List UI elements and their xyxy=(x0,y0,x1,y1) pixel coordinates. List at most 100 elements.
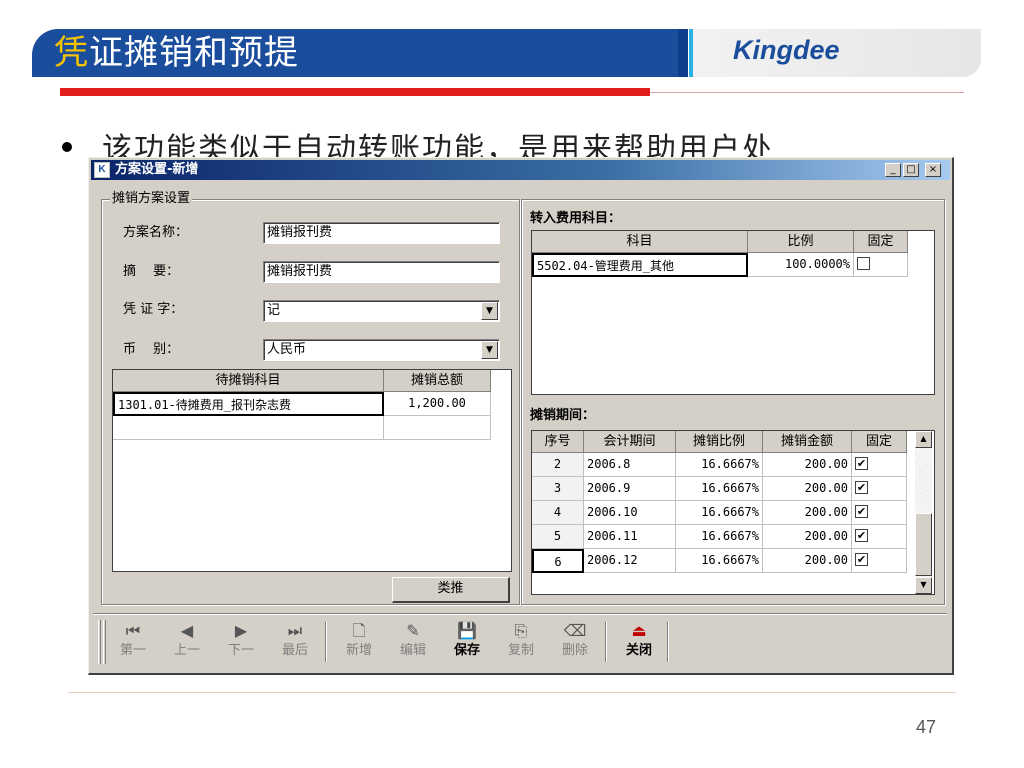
period-row-ratio[interactable]: 16.6667% xyxy=(676,453,763,477)
fixed-checkbox[interactable]: ✔ xyxy=(855,529,868,542)
previous-record-icon: ◀ xyxy=(180,621,194,640)
toolbar-separator xyxy=(605,622,607,662)
edit-button[interactable]: ✎ 编辑 xyxy=(391,620,435,666)
period-row-fixed[interactable]: ✔ xyxy=(852,549,907,573)
save-icon: 💾 xyxy=(457,621,477,640)
chevron-down-icon[interactable]: ▼ xyxy=(481,302,498,320)
scheme-name-label: 方案名称： xyxy=(123,225,189,240)
period-row-period[interactable]: 2006.11 xyxy=(584,525,676,549)
voucher-type-value: 记 xyxy=(267,303,281,318)
expense-account-grid: 科目 比例 固定 5502.04-管理费用_其他 100.0000% xyxy=(531,230,935,395)
close-window-button[interactable]: × xyxy=(925,163,941,177)
grid-cell-total-amount[interactable]: 1,200.00 xyxy=(384,392,491,416)
grid-cell-expense-account[interactable]: 5502.04-管理费用_其他 xyxy=(532,253,748,277)
voucher-type-select[interactable]: 记 ▼ xyxy=(263,300,500,322)
period-row-period[interactable]: 2006.12 xyxy=(584,549,676,573)
edit-label: 编辑 xyxy=(399,643,426,658)
scheme-name-field[interactable]: 摊销报刊费 xyxy=(263,222,500,244)
grid-cell-prepaid-account[interactable] xyxy=(113,416,384,440)
grid-cell-expense-fixed[interactable] xyxy=(854,253,908,277)
period-row-amount[interactable]: 200.00 xyxy=(763,525,852,549)
slide-title: 凭证摊销和预提 xyxy=(54,29,299,77)
close-label: 关闭 xyxy=(625,643,652,658)
fixed-checkbox[interactable]: ✔ xyxy=(855,481,868,494)
grid-header-total-amount: 摊销总额 xyxy=(384,370,491,392)
copy-icon: ⎘ xyxy=(514,621,528,640)
scroll-thumb[interactable] xyxy=(915,513,932,576)
summary-field[interactable]: 摊销报刊费 xyxy=(263,261,500,283)
kingdee-logo: Kingdee xyxy=(733,35,840,65)
period-row-amount[interactable]: 200.00 xyxy=(763,501,852,525)
fixed-checkbox[interactable] xyxy=(857,257,870,270)
period-grid-scrollbar[interactable]: ▲ ▼ xyxy=(915,431,932,594)
period-row-amount[interactable]: 200.00 xyxy=(763,549,852,573)
grid-header-fixed: 固定 xyxy=(854,231,908,253)
currency-select[interactable]: 人民币 ▼ xyxy=(263,339,500,361)
analogy-button[interactable]: 类推 xyxy=(392,577,510,603)
period-row-period[interactable]: 2006.10 xyxy=(584,501,676,525)
slide: { "slide": { "title_first": "凭", "title_… xyxy=(0,0,1024,768)
window-title-bar[interactable]: K 方案设置-新增 _ □ × xyxy=(91,160,950,180)
period-row-amount[interactable]: 200.00 xyxy=(763,453,852,477)
grid-header-ratio: 比例 xyxy=(748,231,854,253)
first-button[interactable]: ⏮ 第一 xyxy=(111,620,155,666)
first-record-icon: ⏮ xyxy=(125,621,141,640)
last-record-icon: ⏭ xyxy=(287,621,303,640)
footer-rule xyxy=(68,692,956,693)
grid-cell-prepaid-account[interactable]: 1301.01-待摊费用_报刊杂志费 xyxy=(113,392,384,416)
minimize-button[interactable]: _ xyxy=(885,163,901,177)
delete-button[interactable]: ⌫ 删除 xyxy=(553,620,597,666)
next-button[interactable]: ▶ 下一 xyxy=(219,620,263,666)
close-button[interactable]: ⏏ 关闭 xyxy=(617,620,661,666)
grid-cell-total-amount[interactable] xyxy=(384,416,491,440)
toolbar-grip[interactable] xyxy=(98,620,101,664)
grid-cell-expense-ratio[interactable]: 100.0000% xyxy=(748,253,854,277)
save-button[interactable]: 💾 保存 xyxy=(445,620,489,666)
copy-label: 复制 xyxy=(507,643,534,658)
period-row-seq: 4 xyxy=(532,501,584,525)
period-row-fixed[interactable]: ✔ xyxy=(852,525,907,549)
period-row-fixed[interactable]: ✔ xyxy=(852,453,907,477)
red-rule xyxy=(60,88,650,96)
scheme-setup-window: K 方案设置-新增 _ □ × 摊销方案设置 方案名称： 摊销报刊费 摘 要： … xyxy=(88,157,954,675)
fixed-checkbox[interactable]: ✔ xyxy=(855,553,868,566)
maximize-button[interactable]: □ xyxy=(903,163,919,177)
thin-rule xyxy=(650,92,964,93)
period-row-fixed[interactable]: ✔ xyxy=(852,477,907,501)
scroll-down-icon[interactable]: ▼ xyxy=(915,577,932,594)
period-row-period[interactable]: 2006.8 xyxy=(584,453,676,477)
period-row-ratio[interactable]: 16.6667% xyxy=(676,477,763,501)
previous-label: 上一 xyxy=(173,643,200,658)
expense-account-label: 转入费用科目： xyxy=(530,211,622,226)
copy-button[interactable]: ⎘ 复制 xyxy=(499,620,543,666)
period-row-seq: 5 xyxy=(532,525,584,549)
header-separator-blue xyxy=(678,29,688,77)
period-row-amount[interactable]: 200.00 xyxy=(763,477,852,501)
bullet-text: 该功能类似于自动转账功能，是用来帮助用户处 xyxy=(102,132,774,158)
period-row-seq: 3 xyxy=(532,477,584,501)
grid-header-period-fixed: 固定 xyxy=(852,431,907,453)
period-row-ratio[interactable]: 16.6667% xyxy=(676,501,763,525)
exit-door-icon: ⏏ xyxy=(631,621,647,640)
save-label: 保存 xyxy=(453,643,480,658)
logo-panel: Kingdee xyxy=(693,29,981,77)
period-row-period[interactable]: 2006.9 xyxy=(584,477,676,501)
previous-button[interactable]: ◀ 上一 xyxy=(165,620,209,666)
period-row-fixed[interactable]: ✔ xyxy=(852,501,907,525)
fixed-checkbox[interactable]: ✔ xyxy=(855,505,868,518)
chevron-down-icon[interactable]: ▼ xyxy=(481,341,498,359)
prepaid-account-grid: 待摊销科目 摊销总额 1301.01-待摊费用_报刊杂志费 1,200.00 xyxy=(112,369,512,572)
voucher-type-label: 凭 证 字： xyxy=(123,302,184,317)
app-icon: K xyxy=(94,162,110,178)
scroll-up-icon[interactable]: ▲ xyxy=(915,431,932,448)
fixed-checkbox[interactable]: ✔ xyxy=(855,457,868,470)
new-document-icon: 🗋 xyxy=(352,621,366,640)
delete-label: 删除 xyxy=(561,643,588,658)
currency-label: 币 别： xyxy=(123,342,180,357)
period-row-seq: 2 xyxy=(532,453,584,477)
period-row-ratio[interactable]: 16.6667% xyxy=(676,525,763,549)
period-row-ratio[interactable]: 16.6667% xyxy=(676,549,763,573)
toolbar-grip[interactable] xyxy=(103,620,106,664)
last-button[interactable]: ⏭ 最后 xyxy=(273,620,317,666)
new-button[interactable]: 🗋 新增 xyxy=(337,620,381,666)
